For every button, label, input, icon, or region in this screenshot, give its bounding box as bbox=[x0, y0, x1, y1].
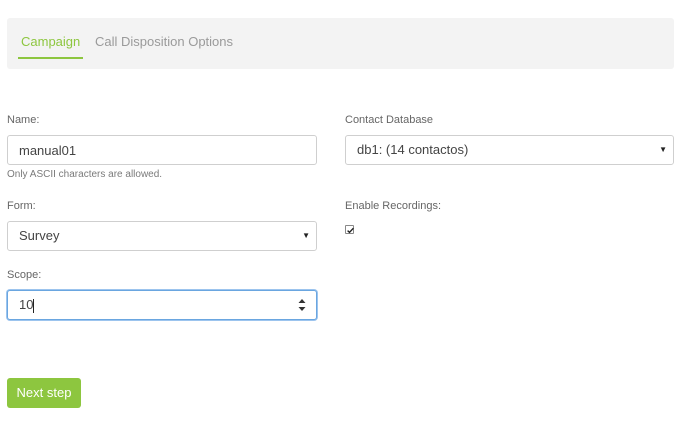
text-caret bbox=[33, 298, 35, 313]
scope-value: 10 bbox=[19, 297, 34, 312]
name-help-text: Only ASCII characters are allowed. bbox=[7, 169, 163, 180]
tab-campaign[interactable]: Campaign bbox=[17, 18, 84, 69]
name-input[interactable] bbox=[7, 135, 317, 165]
form-label: Form: bbox=[7, 200, 36, 212]
tab-call-disposition-options[interactable]: Call Disposition Options bbox=[95, 18, 233, 69]
contact-database-label: Contact Database bbox=[345, 114, 434, 126]
contact-database-select[interactable]: db1: (14 contactos) ▼ bbox=[345, 135, 674, 165]
name-label: Name: bbox=[7, 114, 40, 126]
contact-database-selected: db1: (14 contactos) bbox=[357, 142, 469, 157]
enable-recordings-label: Enable Recordings: bbox=[345, 200, 442, 212]
spinner-icon[interactable] bbox=[298, 296, 306, 314]
dropdown-arrow-icon: ▼ bbox=[302, 231, 310, 240]
enable-recordings-checkbox[interactable] bbox=[345, 225, 354, 234]
campaign-form-page: Campaign Call Disposition Options Name: … bbox=[0, 0, 689, 424]
dropdown-arrow-icon: ▼ bbox=[659, 145, 667, 154]
next-step-button[interactable]: Next step bbox=[7, 378, 81, 408]
tab-bar: Campaign Call Disposition Options bbox=[7, 18, 674, 69]
scope-label: Scope: bbox=[7, 269, 42, 281]
form-selected: Survey bbox=[19, 228, 60, 243]
checkmark-icon bbox=[347, 227, 354, 234]
form-select[interactable]: Survey ▼ bbox=[7, 221, 317, 251]
scope-input[interactable]: 10 bbox=[7, 290, 317, 320]
